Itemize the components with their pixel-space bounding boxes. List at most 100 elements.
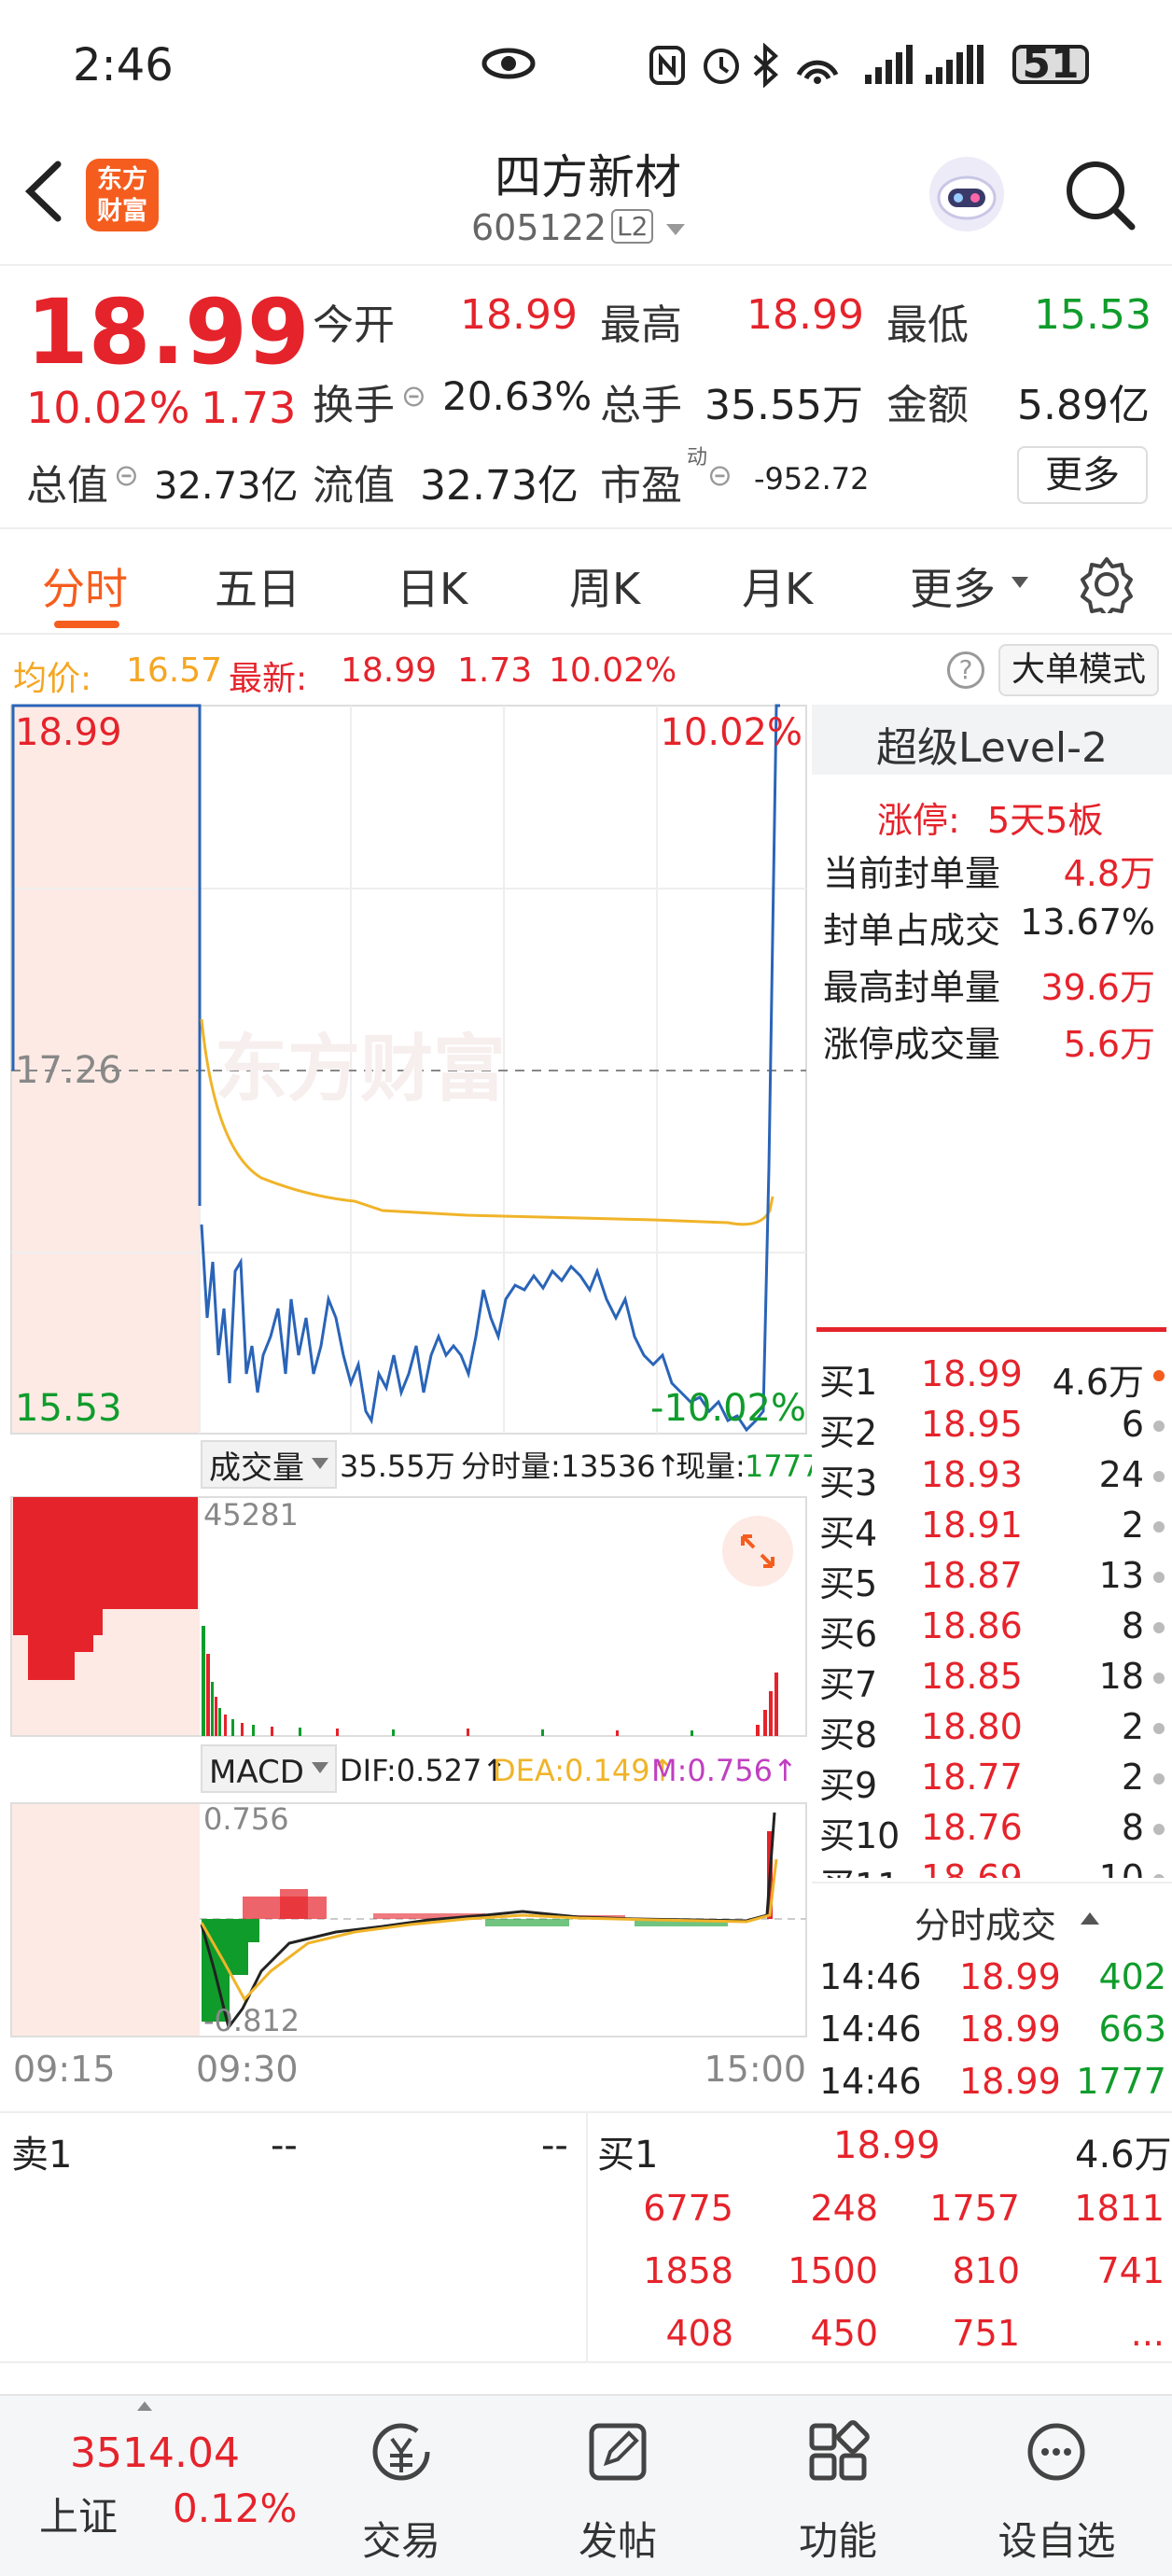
time-sales[interactable]: 分时成交 14:46 18.99 402 14:46 18.99 663 14:46 18.9… [812,1882,1172,2115]
y-mid-label: 17.26 [15,1049,122,1092]
help-icon[interactable]: ? [947,651,984,689]
bid-dot-icon [1153,1572,1165,1583]
bid-level: 买2 [819,1412,878,1453]
order-book-row[interactable]: 买2 18.95 6 [812,1404,1172,1453]
level2-header[interactable]: 超级Level-2 [812,705,1172,775]
volume-total: 35.55万 [340,1449,455,1484]
info-circle-icon[interactable]: ⊝ [401,378,426,413]
tab-weekly-k[interactable]: 周K [569,555,640,617]
chevron-down-icon[interactable] [664,220,687,239]
avg-label: 均价: [13,660,92,698]
macd-auction-shade [11,1803,200,2037]
info-circle-icon[interactable]: ⊝ [707,457,732,493]
level2-stat-value: 5.6万 [1063,1024,1155,1065]
order-book-row[interactable]: 买8 18.80 2 [812,1706,1172,1756]
tab-daily-k[interactable]: 日K [397,555,467,617]
order-book-row[interactable]: 买1 18.99 4.6万 [812,1353,1172,1403]
turnover-value: 20.63% [442,373,593,419]
info-circle-icon[interactable]: ⊝ [114,457,139,493]
level-badge[interactable]: L2 [611,209,654,244]
queue-order-size: 450 [810,2313,878,2354]
order-book-row[interactable]: 买6 18.86 8 [812,1605,1172,1655]
app-logo[interactable]: 东方财富 [86,159,159,231]
bottom-nav: 3514.04 上证 0.12% 交易 发帖 功能 设自选 [0,2394,1172,2576]
bid-volume: 6 [1121,1404,1144,1445]
nav-trade[interactable]: 交易 [345,2396,457,2576]
trade-price: 18.99 [959,2061,1061,2102]
back-icon[interactable] [21,159,67,224]
tab-intraday[interactable]: 分时 [42,555,128,617]
nav-functions[interactable]: 功能 [782,2396,894,2576]
order-book-row[interactable]: 买4 18.91 2 [812,1505,1172,1554]
trade-time: 14:46 [819,1956,922,1997]
trade-yuan-icon [372,2423,430,2481]
tab-more[interactable]: 更多 [910,555,996,617]
bid-price: 18.80 [921,1706,1023,1747]
settings-gear-icon[interactable] [1078,555,1136,613]
edit-post-icon [589,2423,647,2481]
sell1-price: -- [271,2124,298,2167]
chevron-down-icon[interactable] [1010,574,1030,591]
order-book-row[interactable]: 买10 18.76 8 [812,1807,1172,1856]
sell1-label: 卖1 [11,2134,73,2177]
queue-order-size: 741 [1096,2250,1165,2291]
period-tabs: 分时 五日 日K 周K 月K 更多 [0,527,1172,635]
more-button[interactable]: 更多 [1017,446,1148,504]
sell1-volume: -- [541,2124,568,2167]
last-price: 18.99 [26,280,310,385]
trade-row: 14:46 18.99 663 [812,2009,1172,2055]
bid-volume: 4.6万 [1052,1362,1144,1403]
bid-volume: 10 [1098,1857,1144,1878]
order-book-row[interactable]: 买9 18.77 2 [812,1757,1172,1806]
battery-icon: 51 [1012,44,1089,85]
limit-up-value: 5天5板 [987,800,1104,841]
bid-dot-icon [1153,1824,1165,1835]
period-volume: 分时量:13536↑ [461,1449,680,1484]
nav-add-watchlist[interactable]: 设自选 [980,2396,1134,2576]
tab-five-day[interactable]: 五日 [215,555,300,617]
bid-volume: 8 [1121,1605,1144,1646]
bid-level: 买8 [819,1715,878,1756]
index-ticker[interactable]: 3514.04 上证 0.12% [0,2396,308,2576]
macd-dea: DEA:0.149↑ [493,1753,675,1788]
turnover-label: 换手 [313,382,395,429]
buy1-label: 买1 [597,2134,659,2177]
order-book-row[interactable]: 买5 18.87 13 [812,1555,1172,1604]
queue-divider [586,2113,588,2363]
now-volume-value: 1777 [745,1449,812,1484]
chart-watermark: 东方财富 [215,1028,506,1112]
expand-icon[interactable] [722,1516,793,1587]
trade-time: 14:46 [819,2009,922,2050]
eye-icon [481,48,536,79]
robot-avatar-icon[interactable] [924,151,1010,237]
status-bar: 2:46 51 [0,0,1172,131]
status-time: 2:46 [73,39,174,91]
nav-post-label: 发帖 [578,2518,657,2564]
trade-time: 14:46 [819,2061,922,2102]
bid-price: 18.69 [921,1857,1023,1878]
level2-stat-label: 涨停成交量 [823,1024,1001,1065]
chevron-up-icon[interactable] [1079,1910,1101,1926]
intraday-chart[interactable]: 东方财富 18.99 17.26 15.53 10.02% -10.02% 成交… [0,702,812,2121]
tab-monthly-k[interactable]: 月K [742,555,813,617]
avg-value: 16.57 [126,651,223,690]
order-book-row[interactable]: 买3 18.93 24 [812,1454,1172,1504]
bid-level: 买7 [819,1664,878,1705]
time-label-continuous: 09:30 [196,2049,299,2090]
change-amount: 1.73 [201,383,297,433]
trade-price: 18.99 [959,1956,1061,1997]
nav-post[interactable]: 发帖 [562,2396,674,2576]
bid-volume: 2 [1121,1757,1144,1798]
pct-bottom-label: -10.02% [650,1387,806,1430]
bid-price: 18.86 [921,1605,1023,1646]
level2-stat-value: 39.6万 [1040,967,1155,1008]
big-order-mode-button[interactable]: 大单模式 [998,644,1159,696]
search-icon[interactable] [1062,157,1138,233]
order-book[interactable]: 买1 18.99 4.6万 买2 18.95 6 买3 18.93 24 买4 18.91 2 买5 18… [812,1337,1172,1878]
header: 东方财富 四方新材 605122 L2 [0,131,1172,266]
order-book-row[interactable]: 买7 18.85 18 [812,1656,1172,1705]
high-value: 18.99 [746,291,864,339]
now-volume-label: 现量: [676,1449,746,1484]
time-sales-title: 分时成交 [914,1905,1057,1946]
order-book-row[interactable]: 买11 18.69 10 [812,1857,1172,1878]
